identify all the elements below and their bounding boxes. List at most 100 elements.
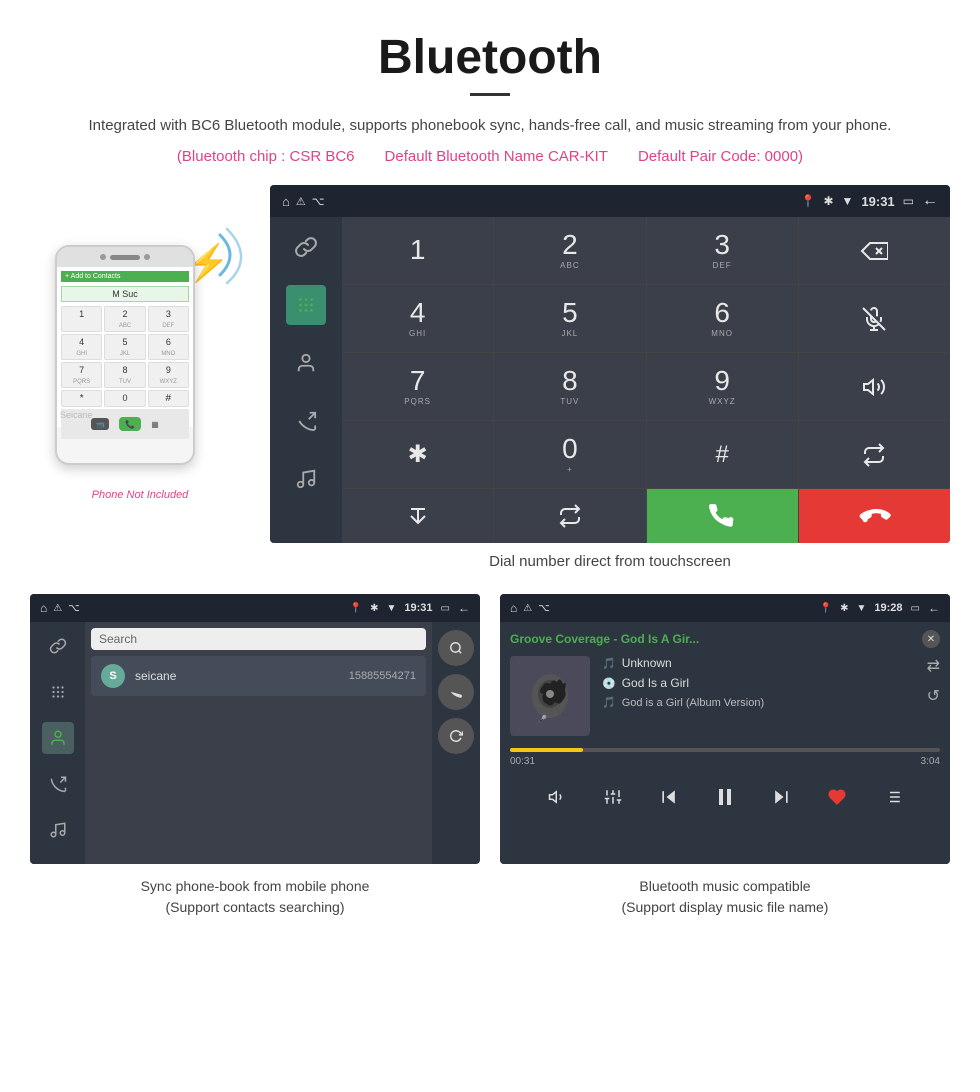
key-7[interactable]: 7 PQRS (342, 353, 493, 420)
equalizer-button[interactable] (595, 779, 631, 815)
key-mute[interactable] (799, 285, 950, 352)
key-backspace[interactable] (799, 217, 950, 284)
phonebook-screen: ⌂ ⚠ ⌥ 📍 ✱ ▼ 19:31 ▭ ← (30, 594, 480, 864)
music-main-row: 🎤 🎵 Unknown 💿 God Is a Girl (500, 656, 950, 744)
pb-contact-row[interactable]: S seicane 15885554271 (91, 656, 426, 696)
usb-icon: ⌥ (312, 195, 325, 208)
key-1[interactable]: 1 (342, 217, 493, 284)
playlist-button[interactable] (875, 779, 911, 815)
key-3[interactable]: 3 DEF (647, 217, 798, 284)
phone-keypad: 1 2ABC 3DEF 4GHI 5JKL 6MNO 7PQRS 8TUV 9W… (61, 306, 189, 407)
shuffle-button[interactable]: ⇄ (927, 656, 940, 676)
key-star[interactable]: ✱ (342, 421, 493, 488)
music-back-button[interactable]: ← (928, 601, 940, 615)
key-9[interactable]: 9 WXYZ (647, 353, 798, 420)
pb-contact-name: seicane (135, 669, 339, 683)
pb-dialpad-icon[interactable] (42, 676, 74, 708)
music-usb-icon: ⌥ (538, 603, 550, 614)
next-button[interactable] (763, 779, 799, 815)
pb-link-icon[interactable] (42, 630, 74, 662)
pb-search-placeholder: Search (99, 632, 418, 646)
music-warning-icon: ⚠ (523, 603, 532, 614)
pb-content: Search S seicane 15885554271 (30, 622, 480, 864)
pb-back-button[interactable]: ← (458, 601, 470, 615)
dial-status-bar: ⌂ ⚠ ⌥ 📍 ✱ ▼ 19:31 ▭ ← (270, 185, 950, 217)
pb-bt-icon: ✱ (370, 603, 378, 614)
phonebook-caption: Sync phone-book from mobile phone (Suppo… (30, 872, 480, 922)
music-artist-icon: 🎵 (602, 657, 616, 670)
key-hash[interactable]: # (647, 421, 798, 488)
sidebar-call-transfer-icon[interactable] (286, 401, 326, 441)
page-description: Integrated with BC6 Bluetooth module, su… (60, 114, 920, 138)
key-call-green[interactable] (647, 489, 798, 543)
sidebar-link-icon[interactable] (286, 227, 326, 267)
play-pause-button[interactable] (707, 779, 743, 815)
music-card: ⌂ ⚠ ⌥ 📍 ✱ ▼ 19:28 ▭ ← Groove Coverage - … (500, 594, 950, 922)
music-info: 🎵 Unknown 💿 God Is a Girl 🎵 God is a Gir… (602, 656, 915, 709)
music-status-left: ⌂ ⚠ ⌥ (510, 601, 550, 615)
key-switch[interactable] (799, 421, 950, 488)
page-header: Bluetooth Integrated with BC6 Bluetooth … (0, 0, 980, 175)
pb-status-left: ⌂ ⚠ ⌥ (40, 601, 80, 615)
pb-action-buttons (432, 622, 480, 864)
key-8[interactable]: 8 TUV (494, 353, 645, 420)
pb-music-icon[interactable] (42, 814, 74, 846)
music-close-button[interactable]: ✕ (922, 630, 940, 648)
dial-time: 19:31 (861, 194, 894, 209)
key-5[interactable]: 5 JKL (494, 285, 645, 352)
sidebar-contacts-icon[interactable] (286, 343, 326, 383)
music-location-icon: 📍 (820, 603, 832, 614)
wifi-icon: ▼ (842, 194, 854, 208)
music-version-row: 🎵 God is a Girl (Album Version) (602, 696, 915, 709)
pb-contacts-icon[interactable] (42, 722, 74, 754)
key-6[interactable]: 6 MNO (647, 285, 798, 352)
progress-bar[interactable] (510, 748, 940, 752)
key-4[interactable]: 4 GHI (342, 285, 493, 352)
dial-content: 1 2 ABC 3 DEF (270, 217, 950, 543)
spec-list: (Bluetooth chip : CSR BC6 Default Blueto… (60, 148, 920, 165)
music-version: God is a Girl (Album Version) (622, 697, 764, 709)
status-left: ⌂ ⚠ ⌥ (282, 194, 324, 209)
music-wifi-icon: ▼ (857, 603, 867, 614)
key-call-red[interactable] (799, 489, 950, 543)
back-button[interactable]: ← (922, 192, 938, 210)
key-2[interactable]: 2 ABC (494, 217, 645, 284)
music-caption: Bluetooth music compatible (Support disp… (500, 872, 950, 922)
status-right: 📍 ✱ ▼ 19:31 ▭ ← (801, 192, 939, 210)
favorite-button[interactable] (819, 779, 855, 815)
key-0[interactable]: 0 + (494, 421, 645, 488)
sidebar-dialpad-icon[interactable] (286, 285, 326, 325)
dial-sidebar (270, 217, 342, 543)
prev-button[interactable] (651, 779, 687, 815)
key-merge[interactable] (342, 489, 493, 543)
music-status-right: 📍 ✱ ▼ 19:28 ▭ ← (820, 601, 940, 615)
phone-label: Phone Not Included (92, 489, 189, 501)
bottom-section: ⌂ ⚠ ⌥ 📍 ✱ ▼ 19:31 ▭ ← (0, 594, 980, 922)
music-side-controls: ⇄ ↺ (927, 656, 940, 706)
battery-icon: ▭ (903, 194, 914, 208)
pb-battery-icon: ▭ (441, 603, 450, 614)
pb-time: 19:31 (404, 602, 432, 614)
key-volume[interactable] (799, 353, 950, 420)
music-progress-area: 00:31 3:04 (500, 744, 950, 771)
pb-call-icon[interactable] (42, 768, 74, 800)
key-hold[interactable] (494, 489, 645, 543)
progress-fill (510, 748, 583, 752)
dial-screen-container: ⌂ ⚠ ⌥ 📍 ✱ ▼ 19:31 ▭ ← (270, 185, 950, 584)
music-version-icon: 🎵 (602, 696, 616, 709)
volume-button[interactable] (539, 779, 575, 815)
pb-call-button[interactable] (438, 674, 474, 710)
pb-home-icon: ⌂ (40, 601, 47, 615)
repeat-button[interactable]: ↺ (927, 686, 940, 706)
pb-status-bar: ⌂ ⚠ ⌥ 📍 ✱ ▼ 19:31 ▭ ← (30, 594, 480, 622)
phone-screen: + Add to Contacts M Suc 1 2ABC 3DEF 4GHI… (57, 267, 193, 427)
dial-caption: Dial number direct from touchscreen (270, 543, 950, 584)
pb-refresh-button[interactable] (438, 718, 474, 754)
progress-times: 00:31 3:04 (510, 756, 940, 767)
phone-screen-header: + Add to Contacts (61, 271, 189, 282)
pb-search-button[interactable] (438, 630, 474, 666)
music-title-bar: Groove Coverage - God Is A Gir... ✕ (500, 622, 950, 656)
spec-name: Default Bluetooth Name CAR-KIT (385, 148, 608, 165)
sidebar-music-icon[interactable] (286, 459, 326, 499)
watermark: Seicane (60, 410, 93, 420)
